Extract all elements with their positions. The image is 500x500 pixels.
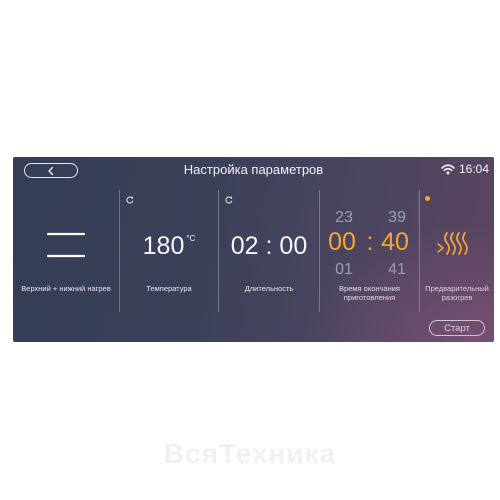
start-button[interactable]: Старт <box>429 320 485 336</box>
end-time-panel[interactable]: 23 00 01 : 39 40 41 Время окончания приг… <box>320 190 419 312</box>
hours-next-wrap: 01 <box>326 261 362 279</box>
temperature-value: 180 °C <box>120 232 218 261</box>
page-title: Настройка параметров <box>183 162 324 177</box>
duration-panel[interactable]: 02 : 00 Длительность <box>219 190 319 312</box>
temperature-panel[interactable]: 180 °C Температура <box>120 190 218 312</box>
hour-prev: 23 <box>335 209 353 226</box>
mode-label: Верхний + нижний нагрев <box>21 284 111 293</box>
minute-next: 41 <box>388 261 406 278</box>
top-bottom-heating-icon <box>47 232 85 258</box>
reset-icon[interactable] <box>225 196 233 204</box>
minute-current: 40 <box>381 228 409 256</box>
end-time-label: Время окончания приготовления <box>339 284 400 302</box>
reset-icon[interactable] <box>126 196 134 204</box>
minutes-scroller[interactable]: 39 <box>379 209 415 227</box>
mode-panel[interactable]: Верхний + нижний нагрев <box>13 190 119 312</box>
preheat-panel[interactable]: Предварительный разогрев <box>420 190 494 312</box>
temperature-number: 180 <box>142 232 185 260</box>
preheat-icon <box>437 232 468 255</box>
preheat-indicator-dot <box>425 196 430 201</box>
hour-next: 01 <box>335 261 353 278</box>
duration-value: 02 : 00 <box>230 232 308 260</box>
clock-time: 16:04 <box>458 162 489 176</box>
status-bar: 16:04 <box>441 162 489 176</box>
wifi-icon <box>441 163 455 174</box>
temperature-label: Температура <box>146 284 192 293</box>
temperature-unit: °C <box>186 234 196 243</box>
watermark-logo: ВсяТехника <box>163 438 337 469</box>
minutes-selected[interactable]: 40 <box>377 228 413 257</box>
oven-settings-screen: Настройка параметров 16:04 Верхний + ниж… <box>13 157 494 342</box>
minutes-next-wrap: 41 <box>379 261 415 279</box>
hours-scroller[interactable]: 23 <box>326 209 362 227</box>
minute-prev: 39 <box>388 209 406 226</box>
duration-label: Длительность <box>244 284 294 293</box>
preheat-label: Предварительный разогрев <box>425 284 489 302</box>
